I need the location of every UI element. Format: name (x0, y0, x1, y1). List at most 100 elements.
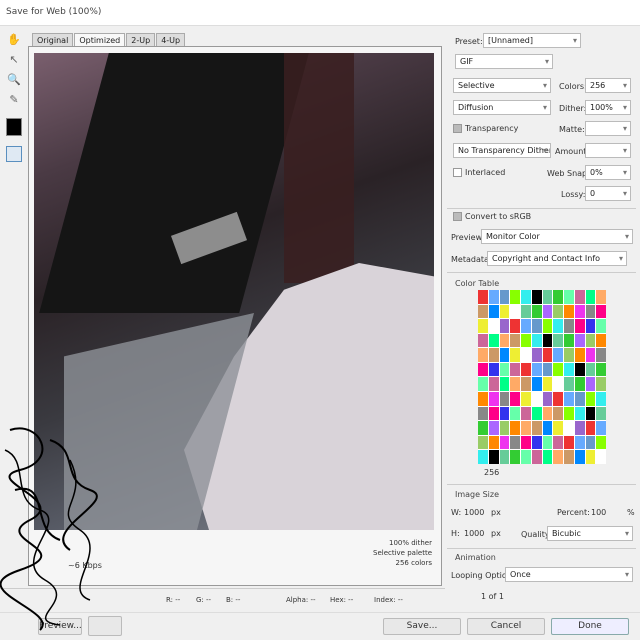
color-swatch[interactable] (478, 392, 488, 406)
color-swatch[interactable] (553, 421, 563, 435)
color-swatch[interactable] (574, 319, 585, 333)
color-swatch[interactable] (499, 392, 510, 406)
color-swatch[interactable] (585, 392, 596, 406)
color-swatch[interactable] (596, 319, 606, 333)
color-swatch[interactable] (488, 435, 499, 450)
color-swatch[interactable] (510, 348, 520, 362)
color-swatch[interactable] (553, 392, 563, 406)
color-swatch[interactable] (478, 290, 488, 304)
color-swatch[interactable] (531, 435, 542, 450)
color-swatch[interactable] (564, 421, 574, 435)
color-swatch[interactable] (574, 421, 585, 435)
tab-optimized[interactable]: Optimized (74, 33, 126, 46)
color-swatch[interactable] (542, 392, 553, 406)
cancel-button[interactable]: Cancel (467, 618, 545, 635)
color-swatch[interactable] (478, 304, 488, 319)
color-swatch[interactable] (564, 435, 574, 450)
color-swatch[interactable] (510, 406, 520, 421)
color-swatch[interactable] (585, 290, 596, 304)
preset-select[interactable]: [Unnamed] (483, 33, 581, 48)
color-swatch[interactable] (574, 348, 585, 362)
color-swatch[interactable] (542, 435, 553, 450)
color-swatch[interactable] (531, 333, 542, 348)
eyedropper-color-swatch[interactable] (6, 118, 22, 136)
color-swatch[interactable] (488, 304, 499, 319)
color-swatch[interactable] (510, 319, 520, 333)
color-swatch[interactable] (478, 406, 488, 421)
color-swatch[interactable] (553, 304, 563, 319)
color-swatch[interactable] (564, 450, 574, 464)
color-swatch[interactable] (542, 377, 553, 392)
color-swatch[interactable] (510, 377, 520, 392)
color-swatch[interactable] (542, 450, 553, 464)
color-swatch[interactable] (596, 304, 606, 319)
color-swatch[interactable] (499, 435, 510, 450)
color-swatch[interactable] (542, 290, 553, 304)
color-swatch[interactable] (596, 392, 606, 406)
color-swatch[interactable] (596, 333, 606, 348)
color-swatch[interactable] (510, 435, 520, 450)
zoom-icon[interactable]: 🔍 (6, 72, 22, 88)
color-swatch[interactable] (531, 377, 542, 392)
color-swatch[interactable] (574, 406, 585, 421)
color-swatch[interactable] (553, 450, 563, 464)
color-swatch[interactable] (531, 290, 542, 304)
tab-4up[interactable]: 4-Up (156, 33, 186, 46)
color-swatch[interactable] (521, 435, 531, 450)
color-swatch[interactable] (553, 290, 563, 304)
color-swatch[interactable] (564, 377, 574, 392)
color-swatch[interactable] (585, 319, 596, 333)
color-swatch[interactable] (585, 406, 596, 421)
color-swatch[interactable] (521, 319, 531, 333)
eyedropper-icon[interactable]: ✎ (6, 92, 22, 108)
color-swatch[interactable] (521, 304, 531, 319)
color-swatch[interactable] (553, 319, 563, 333)
interlaced-checkbox[interactable] (453, 168, 462, 177)
color-swatch[interactable] (510, 450, 520, 464)
color-swatch[interactable] (488, 348, 499, 362)
color-swatch[interactable] (596, 421, 606, 435)
color-swatch[interactable] (585, 435, 596, 450)
color-swatch[interactable] (585, 333, 596, 348)
color-swatch[interactable] (521, 450, 531, 464)
color-swatch[interactable] (596, 450, 606, 464)
transparency-checkbox[interactable] (453, 124, 462, 133)
color-swatch[interactable] (499, 290, 510, 304)
slice-select-icon[interactable]: ↖ (6, 52, 22, 68)
color-swatch[interactable] (574, 304, 585, 319)
color-swatch[interactable] (521, 392, 531, 406)
color-swatch[interactable] (488, 450, 499, 464)
convert-srgb-checkbox[interactable] (453, 212, 462, 221)
color-swatch[interactable] (488, 319, 499, 333)
color-swatch[interactable] (585, 348, 596, 362)
color-swatch[interactable] (488, 392, 499, 406)
color-swatch[interactable] (553, 348, 563, 362)
color-swatch[interactable] (510, 290, 520, 304)
color-swatch[interactable] (574, 333, 585, 348)
save-button[interactable]: Save... (383, 618, 461, 635)
color-swatch[interactable] (596, 406, 606, 421)
color-swatch[interactable] (553, 435, 563, 450)
color-swatch[interactable] (585, 304, 596, 319)
color-swatch[interactable] (542, 362, 553, 377)
color-swatch[interactable] (478, 450, 488, 464)
metadata-select[interactable]: Copyright and Contact Info (487, 251, 627, 266)
color-swatch[interactable] (596, 377, 606, 392)
color-swatch[interactable] (521, 362, 531, 377)
looping-select[interactable]: Once (505, 567, 633, 582)
color-swatch[interactable] (478, 435, 488, 450)
color-swatch[interactable] (499, 362, 510, 377)
color-swatch[interactable] (499, 406, 510, 421)
color-swatch[interactable] (499, 421, 510, 435)
color-swatch[interactable] (478, 362, 488, 377)
color-swatch[interactable] (531, 406, 542, 421)
height-value[interactable]: 1000 (464, 529, 484, 538)
color-swatch[interactable] (510, 304, 520, 319)
done-button[interactable]: Done (551, 618, 629, 635)
color-swatch[interactable] (542, 348, 553, 362)
color-swatch[interactable] (510, 362, 520, 377)
amount-select[interactable] (585, 143, 631, 158)
websnap-select[interactable]: 0% (585, 165, 631, 180)
width-value[interactable]: 1000 (464, 508, 484, 517)
color-swatch[interactable] (478, 319, 488, 333)
